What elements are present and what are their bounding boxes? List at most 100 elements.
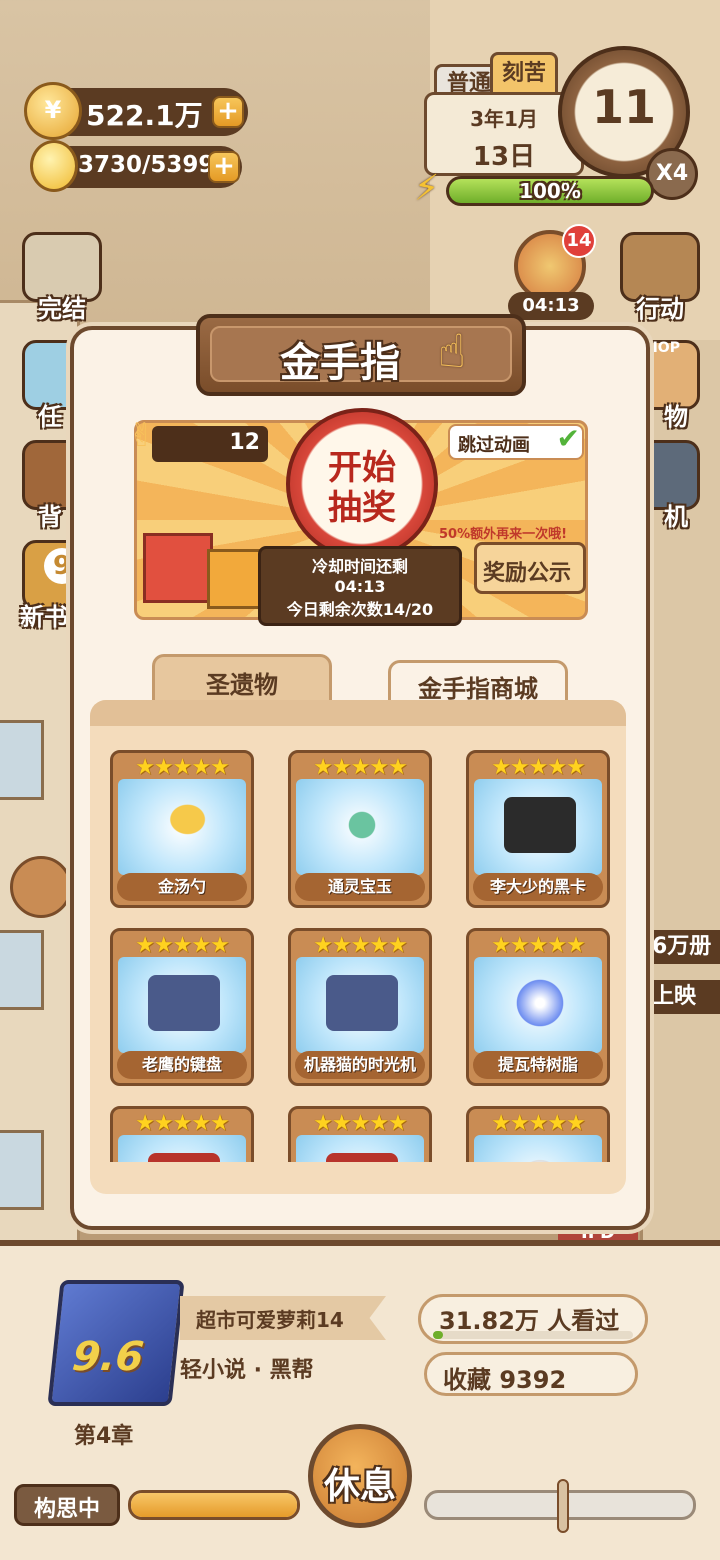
checkmark-icon: ✔	[556, 422, 580, 455]
stamina-percent: 100%	[519, 179, 581, 203]
stamina-bar: 100%	[446, 176, 654, 206]
relic-card[interactable]: ★★★★★ 机器猫的时光机	[288, 928, 432, 1086]
star-rating: ★★★★★	[491, 1111, 586, 1136]
coin-amount: 522.1万	[86, 99, 203, 132]
relic-card-art	[296, 957, 424, 1053]
lightbulb-icon	[30, 140, 78, 192]
background-window	[0, 1130, 44, 1210]
book-genre: 轻小说 · 黑帮	[180, 1358, 314, 1383]
relic-card-name: 金汤勺	[117, 873, 247, 901]
lucky-wheel-button[interactable]: 14 04:13	[502, 224, 600, 324]
treasure-chest-icon[interactable]	[10, 856, 72, 918]
relic-grid: ★★★★★ 金汤勺 ★★★★★ 通灵宝玉 ★★★★★ 李大少的黑卡 ★★★★★ 老鹰的键盘 ★★…	[90, 700, 626, 1194]
star-rating: ★★★★★	[491, 933, 586, 958]
star-rating: ★★★★★	[491, 755, 586, 780]
coin-counter: ¥ 522.1万 +	[24, 82, 248, 140]
star-rating: ★★★★★	[313, 1111, 408, 1136]
status-label: 构思中	[33, 1497, 100, 1522]
cooldown-label: 冷却时间还剩	[311, 557, 408, 576]
vip-card-icon	[504, 797, 576, 853]
star-rating: ★★★★★	[135, 755, 230, 780]
relic-card-name: 通灵宝玉	[295, 873, 425, 901]
bun-icon	[504, 1153, 576, 1162]
relic-card[interactable]: ★★★★★ 金汤勺	[110, 750, 254, 908]
side-button-action[interactable]: 行动	[612, 228, 708, 324]
relic-card-name: 老鹰的键盘	[117, 1051, 247, 1079]
resin-orb-icon	[504, 975, 576, 1031]
tab-relics[interactable]: 圣遗物	[152, 654, 332, 704]
tab-relics-label: 圣遗物	[206, 671, 278, 699]
relic-card[interactable]: ★★★★★ 李大少的黑卡	[466, 750, 610, 908]
cooldown-panel: 冷却时间还剩 04:13 今日剩余次数14/20	[258, 546, 462, 626]
start-draw-label: 开始抽奖	[328, 448, 396, 528]
side-button-label: 行动	[636, 295, 684, 323]
favorites-panel: 收藏 9392	[424, 1352, 638, 1396]
red-item-icon	[326, 1153, 398, 1162]
relic-card-art	[296, 779, 424, 875]
add-energy-button[interactable]: +	[208, 151, 240, 183]
background-window	[0, 720, 44, 800]
relic-card-art	[118, 1135, 246, 1162]
skip-animation-label: 跳过动画	[458, 435, 530, 456]
relic-card-art	[474, 1135, 602, 1162]
relic-card[interactable]: ★★★★★	[466, 1106, 610, 1162]
energy-counter: 3730/5399 +	[30, 140, 242, 192]
favorites-count: 收藏 9392	[443, 1366, 567, 1394]
book-chapter: 第4章	[74, 1424, 134, 1449]
relic-card[interactable]: ★★★★★ 通灵宝玉	[288, 750, 432, 908]
views-panel: 31.82万 人看过	[418, 1294, 648, 1344]
relic-card-art	[118, 779, 246, 875]
relic-card-art	[474, 779, 602, 875]
add-coin-button[interactable]: +	[212, 96, 244, 128]
background-sign-count: 6万册	[650, 930, 720, 964]
jade-pendant-icon	[326, 797, 398, 853]
relic-card[interactable]: ★★★★★	[288, 1106, 432, 1162]
relic-card-name: 提瓦特树脂	[473, 1051, 603, 1079]
relic-card[interactable]: ★★★★★ 提瓦特树脂	[466, 928, 610, 1086]
rewards-announcement-label: 奖励公示	[483, 561, 572, 586]
right-slider-bar[interactable]	[424, 1479, 696, 1533]
star-rating: ★★★★★	[313, 755, 408, 780]
pointing-hand-icon: ☝	[438, 324, 467, 378]
background-window	[0, 930, 44, 1010]
slider-handle[interactable]	[557, 1479, 569, 1533]
relic-card-name: 李大少的黑卡	[473, 873, 603, 901]
red-book-icon	[148, 1153, 220, 1162]
views-bar-fill	[433, 1331, 443, 1339]
draw-count-bar: 12	[152, 426, 268, 462]
keyboard-icon	[148, 975, 220, 1031]
star-rating: ★★★★★	[313, 933, 408, 958]
lucky-wheel-timer: 04:13	[508, 292, 594, 320]
time-machine-icon	[326, 975, 398, 1031]
relic-card-art	[474, 957, 602, 1053]
lucky-wheel-badge: 14	[562, 224, 596, 258]
relic-card-art	[118, 957, 246, 1053]
side-button-finish[interactable]: 完结	[14, 228, 110, 324]
bonus-text: 50%额外再来一次哦!	[439, 527, 568, 542]
rest-button-label: 休息	[323, 1466, 396, 1507]
writing-progress-bar	[128, 1490, 300, 1520]
relic-card[interactable]: ★★★★★ 老鹰的键盘	[110, 928, 254, 1086]
side-button-label: 完结	[38, 295, 86, 323]
mode-tab-hardwork[interactable]: 刻苦	[490, 52, 558, 96]
draw-count: 12	[229, 430, 260, 455]
background-sign-release: 上映	[650, 980, 720, 1014]
dialog-title: 金手指	[280, 340, 400, 386]
victory-hand-icon: ✌	[128, 416, 155, 454]
energy-amount: 3730/5399	[78, 152, 215, 178]
rewards-announcement-button[interactable]: 奖励公示	[474, 542, 586, 594]
relic-card-art	[296, 1135, 424, 1162]
rest-button[interactable]: 休息	[308, 1424, 412, 1528]
remaining-today: 今日剩余次数14/20	[286, 600, 434, 619]
lightning-icon[interactable]: ⚡	[414, 168, 454, 212]
book-cover[interactable]: 9.6	[47, 1280, 185, 1406]
start-draw-button[interactable]: 开始抽奖	[286, 408, 438, 560]
skip-animation-toggle[interactable]: 跳过动画 ✔	[448, 422, 584, 460]
dialog-title-banner: 金手指 ☝	[196, 314, 526, 396]
star-rating: ★★★★★	[135, 933, 230, 958]
star-rating: ★★★★★	[135, 1111, 230, 1136]
relic-card[interactable]: ★★★★★	[110, 1106, 254, 1162]
tab-shop-label: 金手指商城	[418, 675, 538, 703]
views-bar	[433, 1331, 633, 1339]
book-score: 9.6	[70, 1334, 146, 1380]
